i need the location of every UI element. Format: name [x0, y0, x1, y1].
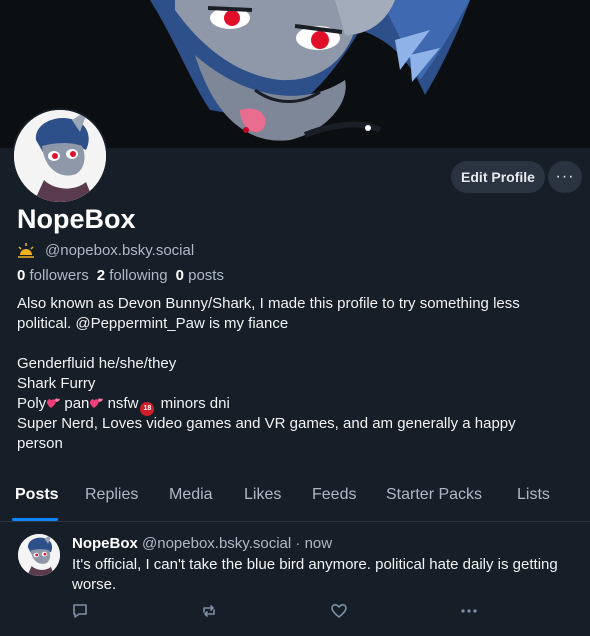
more-icon[interactable] — [460, 602, 478, 620]
bio-line: Also known as Devon Bunny/Shark, I made … — [17, 295, 520, 312]
post-header: NopeBox @nopebox.bsky.social · now — [72, 535, 332, 552]
post-text: It's official, I can't take the blue bir… — [72, 556, 558, 593]
posts-stat: 0 posts — [176, 267, 224, 284]
bio-pan: pan — [64, 395, 90, 412]
profile-tabs: Posts Replies Media Likes Feeds Starter … — [0, 477, 590, 522]
repost-icon[interactable] — [200, 602, 218, 620]
bio-line: Poly pan nsfw 18 minors dni — [17, 394, 577, 416]
tab-lists[interactable]: Lists — [517, 486, 550, 504]
tab-likes[interactable]: Likes — [244, 486, 281, 504]
followers-label: followers — [29, 267, 89, 284]
post-timestamp[interactable]: now — [305, 535, 333, 552]
more-options-button[interactable]: ··· — [548, 161, 582, 193]
profile-handle[interactable]: @nopebox.bsky.social — [45, 242, 194, 259]
bio-poly: Poly — [17, 395, 47, 412]
following-count: 2 — [96, 267, 106, 284]
bio-line: Super Nerd, Loves video games and VR gam… — [17, 415, 516, 432]
display-name: NopeBox — [17, 204, 136, 234]
post-author-name[interactable]: NopeBox — [72, 535, 138, 552]
bio-minors: minors dni — [160, 395, 230, 412]
active-tab-indicator — [12, 518, 58, 521]
following-label: following — [109, 267, 168, 284]
bio-line: person — [17, 435, 63, 452]
profile-bio: Also known as Devon Bunny/Shark, I made … — [17, 294, 577, 454]
tab-starter-packs[interactable]: Starter Packs — [386, 486, 482, 504]
handle-row: @nopebox.bsky.social — [17, 240, 194, 260]
post-author-avatar[interactable] — [18, 534, 60, 576]
posts-label: posts — [188, 267, 224, 284]
following-stat[interactable]: 2 following — [97, 267, 168, 284]
edit-profile-button[interactable]: Edit Profile — [451, 161, 545, 193]
bio-line: political. @Peppermint_Paw is my fiance — [17, 315, 289, 332]
followers-stat[interactable]: 0 followers — [17, 267, 89, 284]
post-author-handle[interactable]: @nopebox.bsky.social — [142, 535, 291, 552]
bio-nsfw: nsfw — [107, 395, 139, 412]
profile-avatar[interactable] — [12, 108, 108, 204]
profile-stats: 0 followers 2 following 0 posts — [17, 267, 224, 284]
reply-icon[interactable] — [71, 602, 89, 620]
bio-line: Shark Furry — [17, 375, 96, 392]
two-hearts-icon — [47, 398, 60, 408]
two-hearts-icon — [90, 398, 104, 408]
bio-line: Genderfluid he/she/they — [17, 355, 177, 372]
tab-feeds[interactable]: Feeds — [312, 486, 356, 504]
bio-spacer — [17, 334, 577, 354]
tab-replies[interactable]: Replies — [85, 486, 138, 504]
tab-posts[interactable]: Posts — [15, 486, 59, 504]
like-icon[interactable] — [330, 602, 348, 620]
post-separator: · — [295, 535, 301, 552]
posts-count: 0 — [175, 267, 184, 284]
post-item[interactable]: NopeBox @nopebox.bsky.social · now It's … — [0, 522, 590, 636]
sunrise-icon — [18, 243, 34, 258]
followers-count: 0 — [17, 267, 26, 284]
tab-media[interactable]: Media — [169, 486, 213, 504]
